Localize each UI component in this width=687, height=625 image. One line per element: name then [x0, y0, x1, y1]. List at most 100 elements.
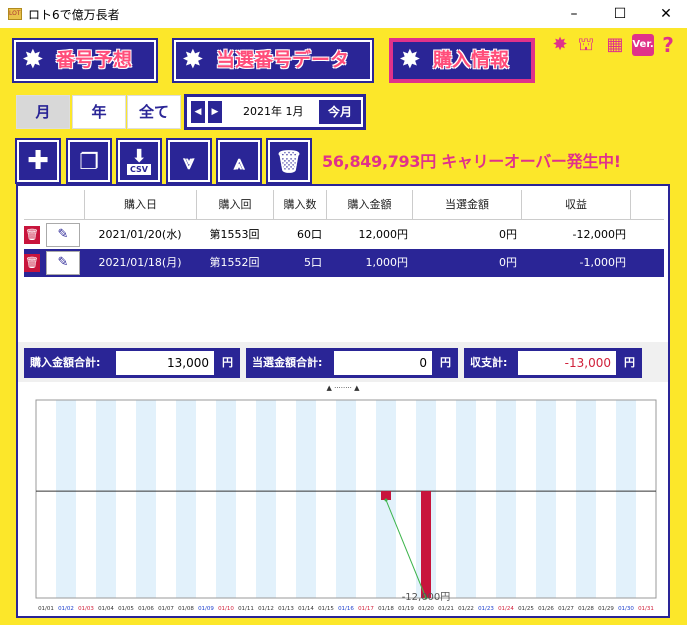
chart-stripe	[616, 400, 636, 598]
chart-x-tick-label: 01/22	[458, 606, 474, 612]
chart-x-tick-label: 01/14	[298, 606, 314, 612]
tab-label: 番号予想	[56, 49, 133, 71]
chart-stripe	[256, 400, 276, 598]
csv-label: CSV	[127, 164, 151, 175]
cell-profit: -1,000円	[579, 256, 626, 269]
carryover-star-icon[interactable]: ✸	[548, 34, 572, 56]
delete-button[interactable]: 🗑	[266, 138, 312, 184]
cell-date: 2021/01/18(月)	[98, 256, 182, 269]
cell-amount: 1,000円	[365, 256, 409, 269]
version-button[interactable]: Ver.	[632, 34, 654, 56]
header-count: 購入数	[273, 190, 326, 220]
carryover-text: 56,849,793円 キャリーオーバー発生中!	[322, 152, 621, 171]
chart-x-tick-label: 01/13	[278, 606, 294, 612]
purchase-total-unit: 円	[222, 356, 233, 369]
chart-x-tick-label: 01/18	[378, 606, 394, 612]
header-profit: 収益	[521, 190, 630, 220]
add-button[interactable]: ✚	[15, 138, 61, 184]
star-icon: ✸	[22, 45, 44, 75]
period-all-button[interactable]: 全て	[127, 95, 181, 129]
chart-bar	[421, 491, 431, 598]
double-chevron-up-icon: ⩓	[233, 150, 245, 174]
chart-x-tick-label: 01/19	[398, 606, 414, 612]
chart-stripe	[136, 400, 156, 598]
scroll-down-button[interactable]: ⩔	[166, 138, 212, 184]
chart-stripe	[96, 400, 116, 598]
tab-winning-numbers[interactable]: ✸ 当選番号データ	[172, 38, 374, 83]
trash-icon: 🗑	[275, 150, 303, 175]
win-total-label: 当選金額合計:	[252, 356, 323, 369]
chart-x-tick-label: 01/15	[318, 606, 334, 612]
table-row[interactable]: 🗑 ✎ 2021/01/18(月) 第1552回 5口 1,000円 0円 -1…	[24, 249, 664, 277]
win-total-field[interactable]: 0	[334, 351, 432, 375]
purchase-panel: 購入日 購入回 購入数 購入金額 当選金額 収益 🗑 ✎ 2021/01/20(…	[16, 184, 670, 618]
help-button[interactable]: ?	[659, 34, 677, 56]
purchase-total-box: 購入金額合計: 13,000 円	[24, 348, 240, 378]
double-chevron-down-icon: ⩔	[183, 150, 195, 174]
summary-bar: 購入金額合計: 13,000 円 当選金額合計: 0 円 収支計: -13,00…	[18, 342, 668, 382]
star-icon: ✸	[399, 45, 421, 75]
purchase-total-field[interactable]: 13,000	[116, 351, 214, 375]
chart-annotation: -12,000円	[402, 592, 451, 603]
row-edit-icon[interactable]: ✎	[46, 251, 80, 275]
panel-splitter[interactable]: ▲ ········ ▲	[18, 384, 668, 392]
row-edit-icon[interactable]: ✎	[46, 223, 80, 247]
cell-amount: 12,000円	[358, 228, 409, 241]
csv-export-button[interactable]: ⬇ CSV	[116, 138, 162, 184]
chart-stripe	[296, 400, 316, 598]
close-button[interactable]: ✕	[643, 2, 687, 26]
header-round: 購入回	[196, 190, 273, 220]
tab-label: 購入情報	[433, 49, 510, 71]
tab-purchase-info[interactable]: ✸ 購入情報	[389, 38, 535, 83]
chart-stripe	[216, 400, 236, 598]
chart-x-tick-label: 01/10	[218, 606, 234, 612]
scroll-up-button[interactable]: ⩓	[216, 138, 262, 184]
row-delete-icon[interactable]: 🗑	[24, 226, 40, 244]
chart-x-tick-label: 01/04	[98, 606, 114, 612]
chart-x-tick-label: 01/26	[538, 606, 554, 612]
balance-unit: 円	[624, 356, 635, 369]
header-amount: 購入金額	[326, 190, 412, 220]
current-month: 2021年 1月	[243, 105, 304, 118]
app-main: ✸ 番号予想 ✸ 当選番号データ ✸ 購入情報 ✸ ⛫ ▦ Ver. ? 月 年…	[0, 28, 687, 625]
plus-icon: ✚	[27, 146, 49, 176]
chart-x-tick-label: 01/16	[338, 606, 354, 612]
basket-icon[interactable]: ⛫	[574, 34, 598, 56]
chart-stripe	[536, 400, 556, 598]
row-delete-icon[interactable]: 🗑	[24, 254, 40, 272]
table-row[interactable]: 🗑 ✎ 2021/01/20(水) 第1553回 60口 12,000円 0円 …	[24, 221, 664, 249]
chart-x-tick-label: 01/03	[78, 606, 94, 612]
chart-x-tick-label: 01/11	[238, 606, 254, 612]
cell-count: 60口	[297, 228, 322, 241]
chart-canvas: -12,000円 01/01 01/02 01/03 01/04 01/05 01/06 01…	[35, 399, 657, 612]
purchase-total-label: 購入金額合計:	[30, 356, 101, 369]
next-month-button[interactable]: ▶	[208, 101, 222, 123]
grid-icon[interactable]: ▦	[604, 34, 626, 56]
prev-month-button[interactable]: ◀	[191, 101, 205, 123]
chart-x-tick-label: 01/17	[358, 606, 374, 612]
tab-number-prediction[interactable]: ✸ 番号予想	[12, 38, 158, 83]
chart-x-tick-label: 01/28	[578, 606, 594, 612]
cell-win: 0円	[499, 256, 517, 269]
chart-stripe	[456, 400, 476, 598]
maximize-button[interactable]: ☐	[597, 2, 643, 26]
balance-label: 収支計:	[470, 356, 508, 369]
header-spacer	[630, 190, 664, 220]
star-icon: ✸	[182, 45, 204, 75]
balance-field[interactable]: -13,000	[518, 351, 616, 375]
copy-button[interactable]: ❐	[66, 138, 112, 184]
tab-label: 当選番号データ	[216, 49, 350, 71]
header-date: 購入日	[84, 190, 196, 220]
cell-win: 0円	[499, 228, 517, 241]
window-title: ロト6で億万長者	[28, 8, 120, 22]
cell-date: 2021/01/20(水)	[98, 228, 182, 241]
chart-x-tick-label: 01/27	[558, 606, 574, 612]
chart-x-tick-label: 01/02	[58, 606, 74, 612]
this-month-button[interactable]: 今月	[319, 100, 361, 124]
chart-x-tick-label: 01/21	[438, 606, 454, 612]
period-month-button[interactable]: 月	[16, 95, 70, 129]
minimize-button[interactable]: –	[551, 2, 597, 26]
chart-x-tick-label: 01/07	[158, 606, 174, 612]
period-year-button[interactable]: 年	[72, 95, 126, 129]
win-total-box: 当選金額合計: 0 円	[246, 348, 458, 378]
